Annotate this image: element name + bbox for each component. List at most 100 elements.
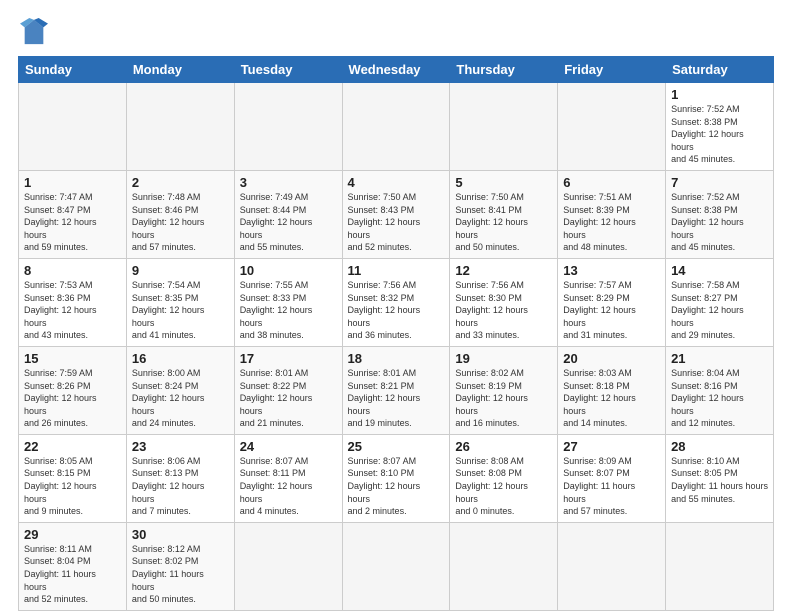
calendar-day (342, 83, 450, 171)
day-number: 17 (240, 351, 337, 366)
calendar-day: 20Sunrise: 8:03 AMSunset: 8:18 PMDayligh… (558, 346, 666, 434)
day-number: 28 (671, 439, 768, 454)
day-info: Sunrise: 7:53 AMSunset: 8:36 PMDaylight:… (24, 279, 121, 342)
calendar-header-tuesday: Tuesday (234, 57, 342, 83)
calendar-day: 24Sunrise: 8:07 AMSunset: 8:11 PMDayligh… (234, 434, 342, 522)
day-info: Sunrise: 7:49 AMSunset: 8:44 PMDaylight:… (240, 191, 337, 254)
calendar-day: 29Sunrise: 8:11 AMSunset: 8:04 PMDayligh… (19, 522, 127, 610)
calendar-day (558, 522, 666, 610)
day-info: Sunrise: 8:01 AMSunset: 8:21 PMDaylight:… (348, 367, 445, 430)
calendar-week-5: 22Sunrise: 8:05 AMSunset: 8:15 PMDayligh… (19, 434, 774, 522)
day-number: 10 (240, 263, 337, 278)
day-number: 1 (24, 175, 121, 190)
calendar-day: 2Sunrise: 7:48 AMSunset: 8:46 PMDaylight… (126, 170, 234, 258)
calendar-week-1: 1Sunrise: 7:52 AMSunset: 8:38 PMDaylight… (19, 83, 774, 171)
calendar-day (450, 83, 558, 171)
day-number: 24 (240, 439, 337, 454)
calendar-day: 15Sunrise: 7:59 AMSunset: 8:26 PMDayligh… (19, 346, 127, 434)
header (18, 18, 774, 46)
day-number: 27 (563, 439, 660, 454)
day-info: Sunrise: 7:56 AMSunset: 8:30 PMDaylight:… (455, 279, 552, 342)
calendar-day: 6Sunrise: 7:51 AMSunset: 8:39 PMDaylight… (558, 170, 666, 258)
day-number: 9 (132, 263, 229, 278)
day-number: 22 (24, 439, 121, 454)
calendar-day (234, 522, 342, 610)
calendar-day: 18Sunrise: 8:01 AMSunset: 8:21 PMDayligh… (342, 346, 450, 434)
day-info: Sunrise: 8:07 AMSunset: 8:10 PMDaylight:… (348, 455, 445, 518)
day-info: Sunrise: 8:02 AMSunset: 8:19 PMDaylight:… (455, 367, 552, 430)
day-number: 30 (132, 527, 229, 542)
day-info: Sunrise: 8:10 AMSunset: 8:05 PMDaylight:… (671, 455, 768, 505)
day-number: 11 (348, 263, 445, 278)
calendar-day: 27Sunrise: 8:09 AMSunset: 8:07 PMDayligh… (558, 434, 666, 522)
day-info: Sunrise: 8:11 AMSunset: 8:04 PMDaylight:… (24, 543, 121, 606)
calendar-day: 1Sunrise: 7:47 AMSunset: 8:47 PMDaylight… (19, 170, 127, 258)
calendar-day: 13Sunrise: 7:57 AMSunset: 8:29 PMDayligh… (558, 258, 666, 346)
calendar-day: 21Sunrise: 8:04 AMSunset: 8:16 PMDayligh… (666, 346, 774, 434)
day-number: 12 (455, 263, 552, 278)
calendar-day: 28Sunrise: 8:10 AMSunset: 8:05 PMDayligh… (666, 434, 774, 522)
day-info: Sunrise: 8:00 AMSunset: 8:24 PMDaylight:… (132, 367, 229, 430)
day-number: 2 (132, 175, 229, 190)
calendar-day: 11Sunrise: 7:56 AMSunset: 8:32 PMDayligh… (342, 258, 450, 346)
calendar-header-sunday: Sunday (19, 57, 127, 83)
calendar-day: 22Sunrise: 8:05 AMSunset: 8:15 PMDayligh… (19, 434, 127, 522)
page: SundayMondayTuesdayWednesdayThursdayFrid… (0, 0, 792, 612)
calendar-day (450, 522, 558, 610)
day-info: Sunrise: 7:51 AMSunset: 8:39 PMDaylight:… (563, 191, 660, 254)
day-number: 1 (671, 87, 768, 102)
calendar-day: 26Sunrise: 8:08 AMSunset: 8:08 PMDayligh… (450, 434, 558, 522)
day-info: Sunrise: 8:06 AMSunset: 8:13 PMDaylight:… (132, 455, 229, 518)
calendar-day (558, 83, 666, 171)
day-info: Sunrise: 7:52 AMSunset: 8:38 PMDaylight:… (671, 103, 768, 166)
calendar-day (19, 83, 127, 171)
calendar-day: 23Sunrise: 8:06 AMSunset: 8:13 PMDayligh… (126, 434, 234, 522)
day-info: Sunrise: 7:55 AMSunset: 8:33 PMDaylight:… (240, 279, 337, 342)
day-info: Sunrise: 7:57 AMSunset: 8:29 PMDaylight:… (563, 279, 660, 342)
calendar-day: 1Sunrise: 7:52 AMSunset: 8:38 PMDaylight… (666, 83, 774, 171)
calendar-day: 12Sunrise: 7:56 AMSunset: 8:30 PMDayligh… (450, 258, 558, 346)
day-info: Sunrise: 8:08 AMSunset: 8:08 PMDaylight:… (455, 455, 552, 518)
calendar-day (342, 522, 450, 610)
calendar-day: 3Sunrise: 7:49 AMSunset: 8:44 PMDaylight… (234, 170, 342, 258)
day-info: Sunrise: 7:48 AMSunset: 8:46 PMDaylight:… (132, 191, 229, 254)
day-info: Sunrise: 7:50 AMSunset: 8:41 PMDaylight:… (455, 191, 552, 254)
day-number: 23 (132, 439, 229, 454)
calendar-week-3: 8Sunrise: 7:53 AMSunset: 8:36 PMDaylight… (19, 258, 774, 346)
day-info: Sunrise: 7:58 AMSunset: 8:27 PMDaylight:… (671, 279, 768, 342)
calendar-header-saturday: Saturday (666, 57, 774, 83)
calendar-day: 9Sunrise: 7:54 AMSunset: 8:35 PMDaylight… (126, 258, 234, 346)
calendar-day: 30Sunrise: 8:12 AMSunset: 8:02 PMDayligh… (126, 522, 234, 610)
day-info: Sunrise: 8:07 AMSunset: 8:11 PMDaylight:… (240, 455, 337, 518)
day-info: Sunrise: 8:04 AMSunset: 8:16 PMDaylight:… (671, 367, 768, 430)
day-number: 6 (563, 175, 660, 190)
day-info: Sunrise: 7:54 AMSunset: 8:35 PMDaylight:… (132, 279, 229, 342)
calendar-day (126, 83, 234, 171)
calendar-day: 25Sunrise: 8:07 AMSunset: 8:10 PMDayligh… (342, 434, 450, 522)
day-number: 26 (455, 439, 552, 454)
calendar-day: 14Sunrise: 7:58 AMSunset: 8:27 PMDayligh… (666, 258, 774, 346)
day-number: 14 (671, 263, 768, 278)
day-info: Sunrise: 8:12 AMSunset: 8:02 PMDaylight:… (132, 543, 229, 606)
logo-icon (20, 18, 48, 46)
day-number: 20 (563, 351, 660, 366)
calendar-header-thursday: Thursday (450, 57, 558, 83)
calendar-week-2: 1Sunrise: 7:47 AMSunset: 8:47 PMDaylight… (19, 170, 774, 258)
logo-block (18, 22, 48, 46)
day-info: Sunrise: 8:05 AMSunset: 8:15 PMDaylight:… (24, 455, 121, 518)
day-info: Sunrise: 8:01 AMSunset: 8:22 PMDaylight:… (240, 367, 337, 430)
calendar-day: 8Sunrise: 7:53 AMSunset: 8:36 PMDaylight… (19, 258, 127, 346)
day-info: Sunrise: 7:59 AMSunset: 8:26 PMDaylight:… (24, 367, 121, 430)
calendar-day: 7Sunrise: 7:52 AMSunset: 8:38 PMDaylight… (666, 170, 774, 258)
day-info: Sunrise: 8:03 AMSunset: 8:18 PMDaylight:… (563, 367, 660, 430)
calendar-header-monday: Monday (126, 57, 234, 83)
calendar-day (234, 83, 342, 171)
calendar-day: 4Sunrise: 7:50 AMSunset: 8:43 PMDaylight… (342, 170, 450, 258)
day-number: 29 (24, 527, 121, 542)
day-number: 8 (24, 263, 121, 278)
calendar-day: 17Sunrise: 8:01 AMSunset: 8:22 PMDayligh… (234, 346, 342, 434)
day-info: Sunrise: 8:09 AMSunset: 8:07 PMDaylight:… (563, 455, 660, 518)
calendar-header-friday: Friday (558, 57, 666, 83)
day-number: 21 (671, 351, 768, 366)
calendar-header-row: SundayMondayTuesdayWednesdayThursdayFrid… (19, 57, 774, 83)
